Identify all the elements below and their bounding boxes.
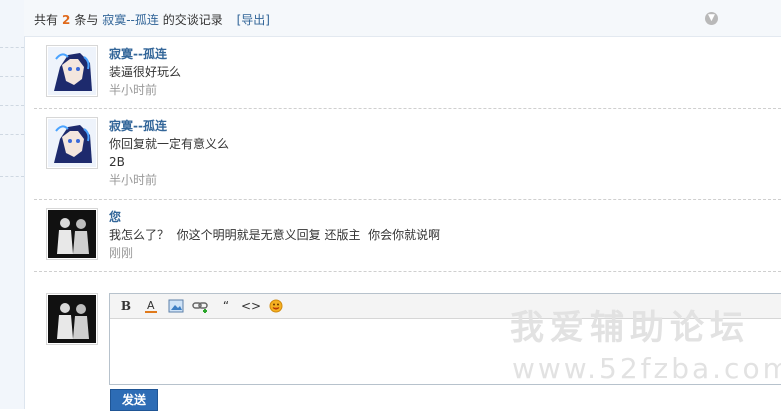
bold-icon[interactable]: B	[116, 297, 136, 315]
quote-icon[interactable]: “	[216, 297, 236, 315]
message-author[interactable]: 寂寞--孤连	[109, 45, 181, 63]
smiley-icon[interactable]	[266, 297, 286, 315]
message-time: 半小时前	[109, 83, 158, 97]
watermark-url: www.52fzba.com	[512, 352, 781, 385]
avatar[interactable]	[46, 45, 98, 97]
message-count: 2	[62, 13, 71, 27]
message-text: 我怎么了？ 你这个明明就是无意义回复 还版主 你会你就说啊	[109, 228, 441, 242]
message-time: 刚刚	[109, 246, 134, 260]
watermark-title: 我爱辅助论坛	[510, 308, 750, 348]
svg-text:A: A	[147, 299, 155, 312]
code-icon[interactable]: <>	[241, 297, 261, 315]
conversation-summary: 共有 2 条与 寂寞--孤连 的交谈记录 [导出]	[34, 13, 270, 27]
message-author[interactable]: 您	[109, 208, 440, 226]
left-sidebar-strip	[0, 0, 25, 409]
conversation-header: 共有 2 条与 寂寞--孤连 的交谈记录 [导出] ▼	[24, 0, 781, 37]
image-icon[interactable]	[166, 297, 186, 315]
font-color-icon[interactable]: A	[141, 297, 161, 315]
export-link[interactable]: [导出]	[237, 13, 270, 27]
message-item: 寂寞--孤连 你回复就一定有意义么 2B 半小时前	[34, 108, 781, 200]
link-icon[interactable]	[191, 297, 211, 315]
message-text: 2B	[109, 155, 125, 169]
collapse-icon[interactable]: ▼	[705, 12, 718, 25]
current-user-avatar	[46, 293, 98, 345]
message-item: 您 我怎么了？ 你这个明明就是无意义回复 还版主 你会你就说啊 刚刚	[34, 199, 781, 272]
partner-link[interactable]: 寂寞--孤连	[102, 13, 159, 27]
message-text: 装逼很好玩么	[109, 65, 182, 79]
message-time: 半小时前	[109, 173, 158, 187]
message-text: 你回复就一定有意义么	[109, 137, 230, 151]
send-button[interactable]: 发送	[110, 389, 158, 411]
avatar[interactable]	[46, 117, 98, 169]
message-author[interactable]: 寂寞--孤连	[109, 117, 229, 135]
message-item: 寂寞--孤连 装逼很好玩么 半小时前	[34, 36, 781, 109]
avatar[interactable]	[46, 208, 98, 260]
